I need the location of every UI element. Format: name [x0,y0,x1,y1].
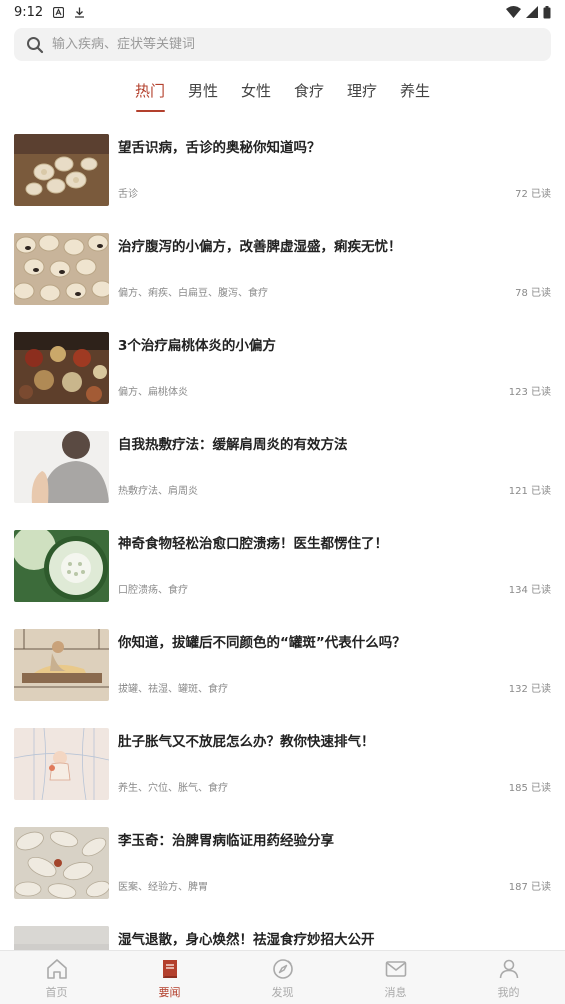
article-thumbnail [14,233,109,305]
article-tags: 偏方、扁桃体炎 [118,387,188,398]
article-title: 神奇食物轻松治愈口腔溃疡！医生都愣住了！ [118,536,388,552]
tab-hot[interactable]: 热门 [124,78,177,112]
nav-messages[interactable]: 消息 [339,951,452,1004]
article-title: 治疗腹泻的小偏方，改善脾虚湿盛，痢疾无忧！ [118,239,402,255]
article-read-count: 132 已读 [508,684,551,695]
article-tags: 热敷疗法、肩周炎 [118,486,198,497]
user-icon [499,959,518,979]
list-item[interactable]: 肚子胀气又不放屁怎么办？教你快速排气！ 养生、穴位、胀气、食疗 185 已读 [14,728,551,800]
article-read-count: 123 已读 [508,387,551,398]
list-item[interactable]: 望舌识病，舌诊的奥秘你知道吗？ 舌诊 72 已读 [14,134,551,206]
article-title: 李玉奇：治脾胃病临证用药经验分享 [118,833,334,849]
list-item[interactable]: 治疗腹泻的小偏方，改善脾虚湿盛，痢疾无忧！ 偏方、痢疾、白扁豆、腹泻、食疗 78… [14,233,551,305]
tab-diet-therapy[interactable]: 食疗 [283,78,336,112]
article-thumbnail [14,728,109,800]
home-icon [46,959,67,979]
wifi-icon [506,6,521,18]
bottom-nav: 首页 要闻 发现 消息 我的 [0,950,565,1004]
list-item[interactable]: 你知道，拔罐后不同颜色的“罐斑”代表什么吗？ 拔罐、祛湿、罐斑、食疗 132 已… [14,629,551,701]
tab-health-care[interactable]: 养生 [389,78,442,112]
nav-messages-label: 消息 [384,986,407,999]
search-input[interactable] [52,28,551,61]
compass-icon [272,959,293,979]
search-icon [27,36,44,53]
article-read-count: 72 已读 [515,189,551,200]
article-tags: 口腔溃疡、食疗 [118,585,188,596]
book-icon [162,960,177,978]
article-title: 自我热敷疗法：缓解肩周炎的有效方法 [118,437,348,453]
article-tags: 拔罐、祛湿、罐斑、食疗 [118,684,228,695]
tab-female[interactable]: 女性 [230,78,283,112]
status-time: 9:12 [14,4,44,20]
nav-news[interactable]: 要闻 [113,951,226,1004]
article-title: 你知道，拔罐后不同颜色的“罐斑”代表什么吗？ [118,635,406,651]
list-item[interactable]: 李玉奇：治脾胃病临证用药经验分享 医案、经验方、脾胃 187 已读 [14,827,551,899]
article-thumbnail [14,530,109,602]
list-item[interactable]: 自我热敷疗法：缓解肩周炎的有效方法 热敷疗法、肩周炎 121 已读 [14,431,551,503]
article-title: 湿气退散，身心焕然！祛湿食疗妙招大公开 [118,932,375,948]
list-item[interactable]: 神奇食物轻松治愈口腔溃疡！医生都愣住了！ 口腔溃疡、食疗 134 已读 [14,530,551,602]
notification-a-icon [53,6,65,18]
nav-discover-label: 发现 [271,986,294,999]
list-item[interactable]: 3个治疗扁桃体炎的小偏方 偏方、扁桃体炎 123 已读 [14,332,551,404]
article-read-count: 121 已读 [508,486,551,497]
nav-profile-label: 我的 [497,986,520,999]
article-tags: 舌诊 [118,189,138,200]
article-thumbnail [14,827,109,899]
article-read-count: 187 已读 [508,882,551,893]
article-read-count: 185 已读 [508,783,551,794]
tab-male[interactable]: 男性 [177,78,230,112]
nav-discover[interactable]: 发现 [226,951,339,1004]
article-tags: 偏方、痢疾、白扁豆、腹泻、食疗 [118,288,268,299]
article-thumbnail [14,134,109,206]
mail-icon [385,961,406,977]
nav-news-label: 要闻 [158,986,181,999]
status-bar: 9:12 [0,0,565,24]
article-title: 3个治疗扁桃体炎的小偏方 [118,338,276,354]
article-thumbnail [14,332,109,404]
article-title: 肚子胀气又不放屁怎么办？教你快速排气！ [118,734,375,750]
nav-home[interactable]: 首页 [0,951,113,1004]
article-tags: 养生、穴位、胀气、食疗 [118,783,228,794]
nav-profile[interactable]: 我的 [452,951,565,1004]
download-icon [75,7,85,18]
tab-physiotherapy[interactable]: 理疗 [336,78,389,112]
nav-home-label: 首页 [45,986,68,999]
category-tabs: 热门 男性 女性 食疗 理疗 养生 [0,78,565,112]
article-title: 望舌识病，舌诊的奥秘你知道吗？ [118,140,321,156]
article-thumbnail [14,629,109,701]
article-read-count: 78 已读 [515,288,551,299]
article-tags: 医案、经验方、脾胃 [118,882,208,893]
battery-icon [543,5,551,18]
search-bar[interactable] [14,28,551,61]
article-thumbnail [14,431,109,503]
signal-icon [526,6,538,18]
article-read-count: 134 已读 [508,585,551,596]
